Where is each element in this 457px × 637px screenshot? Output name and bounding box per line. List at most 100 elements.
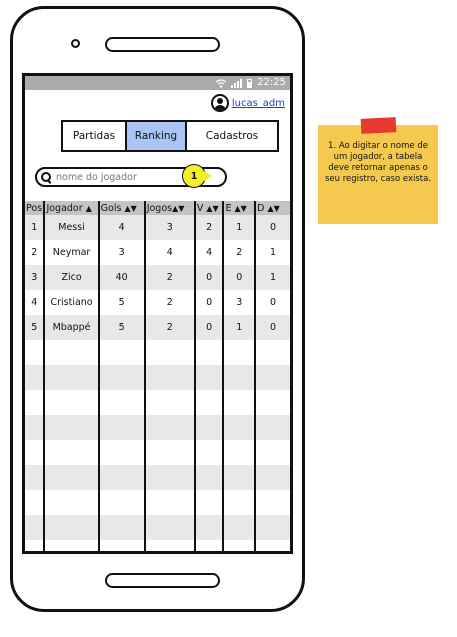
cell-jogos xyxy=(143,390,195,415)
cell-jogador xyxy=(43,340,99,365)
cell-jogador xyxy=(43,465,99,490)
cell-gols xyxy=(97,365,145,390)
cell-jogos xyxy=(143,465,195,490)
cell-d xyxy=(254,490,290,515)
user-link[interactable]: lucas_adm xyxy=(232,98,285,109)
sort-icon: ▲▼ xyxy=(234,203,247,213)
cell-jogador: Messi xyxy=(43,215,99,240)
cell-v: 4 xyxy=(193,240,224,265)
table-row: 1 Messi 4 3 2 1 0 xyxy=(25,215,290,240)
cell-jogos xyxy=(143,440,195,465)
header-e[interactable]: E ▲▼ xyxy=(222,201,256,215)
status-time: 22:25 xyxy=(257,77,286,88)
cell-v: 2 xyxy=(193,215,224,240)
table-row: 4 Cristiano 5 2 0 3 0 xyxy=(25,290,290,315)
sticky-note: 1. Ao digitar o nome de um jogador, a ta… xyxy=(318,117,438,224)
header-jogador[interactable]: Jogador ▲ xyxy=(43,201,99,215)
cell-pos: 5 xyxy=(25,315,45,340)
cell-e xyxy=(222,465,256,490)
cell-pos: 3 xyxy=(25,265,45,290)
cell-pos: 1 xyxy=(25,215,45,240)
tab-partidas[interactable]: Partidas xyxy=(63,122,125,150)
wifi-icon xyxy=(216,78,227,88)
cell-d: 0 xyxy=(254,315,290,340)
cell-jogos xyxy=(143,515,195,540)
header-jogos[interactable]: Jogos▲▼ xyxy=(143,201,195,215)
cell-jogos: 2 xyxy=(143,265,195,290)
note-text: 1. Ao digitar o nome de um jogador, a ta… xyxy=(324,141,432,184)
cell-d xyxy=(254,515,290,540)
cell-e: 0 xyxy=(222,265,256,290)
sort-icon: ▲▼ xyxy=(124,203,137,213)
cell-gols xyxy=(97,490,145,515)
cell-e: 1 xyxy=(222,315,256,340)
cell-e xyxy=(222,390,256,415)
cell-jogos xyxy=(143,415,195,440)
cell-e xyxy=(222,415,256,440)
status-bar: 22:25 xyxy=(25,76,290,90)
cell-jogos xyxy=(143,340,195,365)
header-d[interactable]: D ▲▼ xyxy=(254,201,290,215)
speaker-grille xyxy=(105,37,220,52)
header-pos: Pos xyxy=(25,201,45,215)
cell-d: 0 xyxy=(254,290,290,315)
cell-v: 0 xyxy=(193,265,224,290)
table-row: 5 Mbappé 5 2 0 1 0 xyxy=(25,315,290,340)
table-header-row: Pos Jogador ▲ Gols ▲▼ Jogos▲▼ V ▲▼ E ▲▼ … xyxy=(25,201,290,215)
cell-gols xyxy=(97,540,145,551)
cell-pos xyxy=(25,390,45,415)
sort-icon: ▲▼ xyxy=(206,203,219,213)
cell-jogador xyxy=(43,515,99,540)
cell-jogador: Neymar xyxy=(43,240,99,265)
cell-d: 0 xyxy=(254,215,290,240)
tab-ranking[interactable]: Ranking xyxy=(125,122,185,150)
header-gols[interactable]: Gols ▲▼ xyxy=(97,201,145,215)
cell-d xyxy=(254,365,290,390)
cell-v xyxy=(193,440,224,465)
cell-pos xyxy=(25,415,45,440)
search-icon xyxy=(41,171,52,183)
table-row xyxy=(25,340,290,365)
cell-jogador xyxy=(43,490,99,515)
cell-d xyxy=(254,390,290,415)
cell-v: 0 xyxy=(193,290,224,315)
camera-icon xyxy=(71,39,80,48)
table-row xyxy=(25,440,290,465)
header-v[interactable]: V ▲▼ xyxy=(193,201,224,215)
table-row xyxy=(25,365,290,390)
table-row: 3 Zico 40 2 0 0 1 xyxy=(25,265,290,290)
battery-icon xyxy=(247,78,253,88)
table-row: 2 Neymar 3 4 4 2 1 xyxy=(25,240,290,265)
cell-pos xyxy=(25,365,45,390)
cell-jogador: Cristiano xyxy=(43,290,99,315)
cell-gols xyxy=(97,440,145,465)
cell-pos xyxy=(25,540,45,551)
cell-v xyxy=(193,540,224,551)
cell-v xyxy=(193,340,224,365)
tab-cadastros[interactable]: Cadastros xyxy=(185,122,277,150)
cell-v xyxy=(193,490,224,515)
user-menu[interactable]: lucas_adm xyxy=(210,94,285,112)
cell-e: 3 xyxy=(222,290,256,315)
cell-e: 1 xyxy=(222,215,256,240)
cell-pos xyxy=(25,440,45,465)
cell-gols xyxy=(97,390,145,415)
cell-gols: 4 xyxy=(97,215,145,240)
cell-jogador: Zico xyxy=(43,265,99,290)
cell-pos xyxy=(25,515,45,540)
cell-d xyxy=(254,440,290,465)
home-button[interactable] xyxy=(105,573,220,588)
cell-jogos: 2 xyxy=(143,315,195,340)
cell-jogos: 3 xyxy=(143,215,195,240)
cell-d xyxy=(254,415,290,440)
tab-bar: Partidas Ranking Cadastros xyxy=(61,120,279,152)
cell-d xyxy=(254,340,290,365)
cell-v xyxy=(193,415,224,440)
cell-jogador xyxy=(43,415,99,440)
cell-e xyxy=(222,540,256,551)
cell-gols xyxy=(97,415,145,440)
cell-pos xyxy=(25,465,45,490)
cell-gols: 3 xyxy=(97,240,145,265)
table-row xyxy=(25,415,290,440)
annotation-marker: 1 xyxy=(182,164,212,188)
